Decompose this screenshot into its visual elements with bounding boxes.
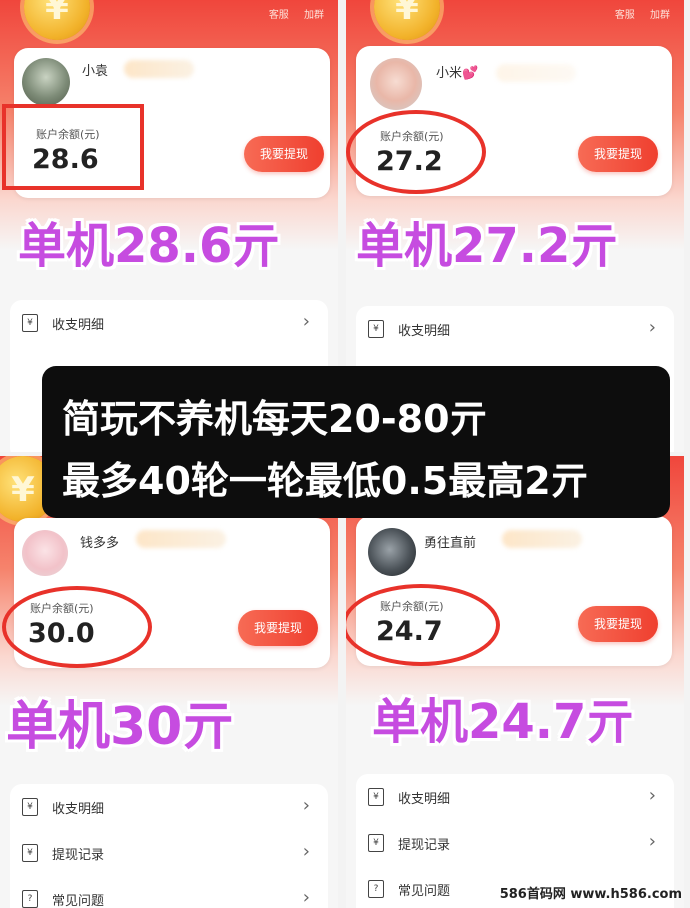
banner-line-2: 最多40轮一轮最低0.5最高2亓 [62,459,589,503]
menu-item-label: 常见问题 [398,884,451,899]
earnings-overlay: 单机30亓 [6,697,235,757]
menu-item-ledger[interactable]: ¥ 收支明细 › [10,300,328,346]
top-links: 客服 加群 [603,6,670,21]
customer-service-link[interactable]: 客服 [269,10,289,21]
question-icon: ? [22,890,38,908]
username: 小袁 [82,64,109,79]
username: 勇往直前 [424,536,477,551]
menu-item-withdraw-records[interactable]: ¥ 提现记录 › [356,820,674,866]
menu-item-ledger[interactable]: ¥ 收支明细 › [10,784,328,830]
avatar [370,58,422,110]
withdraw-button[interactable]: 我要提现 [578,136,658,172]
panel-bottom-right: 勇往直前 账户余额(元) 24.7 我要提现 单机24.7亓 ¥ 收支明细 › … [346,456,684,908]
menu-list: ¥ 收支明细 › ¥ 提现记录 › ? 常见问题 › [10,784,328,908]
balance-highlight-box [2,104,144,190]
question-icon: ? [368,880,384,898]
chevron-right-icon: › [302,887,310,908]
menu-item-faq[interactable]: ? 常见问题 › [10,876,328,908]
avatar [22,530,68,576]
panel-bottom-left: 钱多多 账户余额(元) 30.0 我要提现 单机30亓 ¥ 收支明细 › ¥ 提… [0,456,338,908]
ledger-icon: ¥ [22,314,38,332]
chevron-right-icon: › [648,317,656,338]
menu-item-label: 收支明细 [398,324,451,339]
menu-item-ledger[interactable]: ¥ 收支明细 › [356,306,674,352]
menu-item-label: 收支明细 [52,318,105,333]
menu-item-label: 收支明细 [398,792,451,807]
username: 小米💕 [436,66,479,81]
menu-item-withdraw-records[interactable]: ¥ 提现记录 › [10,830,328,876]
receipt-icon: ¥ [22,844,38,862]
withdraw-button[interactable]: 我要提现 [578,606,658,642]
site-watermark: 586首码网 www.h586.com [499,887,682,902]
earnings-overlay: 单机27.2亓 [356,218,619,274]
blurred-tag [496,64,576,82]
menu-item-label: 提现记录 [52,848,105,863]
promo-banner: 简玩不养机每天20-80亓 最多40轮一轮最低0.5最高2亓 [42,366,670,518]
chevron-right-icon: › [302,841,310,862]
chevron-right-icon: › [648,831,656,852]
chevron-right-icon: › [302,795,310,816]
blurred-tag [124,60,194,78]
chevron-right-icon: › [648,785,656,806]
receipt-icon: ¥ [368,834,384,852]
earnings-overlay: 单机24.7亓 [372,694,635,750]
menu-item-ledger[interactable]: ¥ 收支明细 › [356,774,674,820]
ledger-icon: ¥ [368,788,384,806]
chevron-right-icon: › [302,311,310,332]
join-group-link[interactable]: 加群 [650,10,670,21]
menu-item-label: 提现记录 [398,838,451,853]
balance-highlight-oval [346,110,486,194]
menu-item-label: 常见问题 [52,894,105,908]
menu-item-label: 收支明细 [52,802,105,817]
customer-service-link[interactable]: 客服 [615,10,635,21]
earnings-overlay: 单机28.6亓 [18,218,281,274]
balance-highlight-oval [346,584,500,666]
blurred-tag [502,530,582,548]
avatar [368,528,416,576]
ledger-icon: ¥ [22,798,38,816]
withdraw-button[interactable]: 我要提现 [238,610,318,646]
balance-highlight-oval [2,586,152,668]
top-links: 客服 加群 [257,6,324,21]
ledger-icon: ¥ [368,320,384,338]
join-group-link[interactable]: 加群 [304,10,324,21]
avatar [22,58,70,106]
withdraw-button[interactable]: 我要提现 [244,136,324,172]
username: 钱多多 [80,536,120,551]
banner-line-1: 简玩不养机每天20-80亓 [62,397,488,441]
blurred-tag [136,530,226,548]
